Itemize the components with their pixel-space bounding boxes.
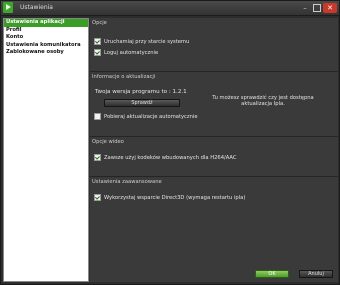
updates-section-title: Informacje o aktualizacji [92, 74, 156, 80]
direct3d-option[interactable]: Wykorzystaj wsparcie Direct3D (wymaga re… [94, 194, 245, 201]
ok-button[interactable]: OK [255, 270, 289, 278]
options-section: Opcje Uruchamiaj przy starcie systemu Lo… [90, 18, 338, 68]
cancel-button[interactable]: Anuluj [299, 270, 333, 278]
autostart-option[interactable]: Uruchamiaj przy starcie systemu [94, 38, 189, 45]
window-title: Ustawienia [20, 4, 53, 11]
version-text: Twoja wersja programu to : 1.2.1 [95, 89, 187, 95]
sidebar-item-profile[interactable]: Profil [4, 27, 88, 35]
autologin-checkbox[interactable] [94, 49, 101, 56]
codec-option[interactable]: Zawsze użyj kodeków wbudowanych dla H264… [94, 154, 237, 161]
settings-content: Opcje Uruchamiaj przy starcie systemu Lo… [90, 18, 338, 282]
codec-label: Zawsze użyj kodeków wbudowanych dla H264… [104, 154, 237, 161]
settings-sidebar: Ustawienia aplikacji Profil Konto Ustawi… [3, 18, 89, 282]
video-section: Opcje wideo Zawsze użyj kodeków wbudowan… [90, 136, 338, 176]
autologin-label: Loguj automatycznie [104, 49, 159, 56]
minimize-button[interactable]: – [301, 4, 309, 12]
title-bar[interactable]: Ustawienia – ✕ [1, 1, 339, 16]
direct3d-label: Wykorzystaj wsparcie Direct3D (wymaga re… [104, 194, 246, 201]
update-info-text: Tu możesz sprawdzić czy jest dostępna ak… [212, 95, 314, 108]
advanced-section-title: Ustawienia zaawansowane [92, 179, 162, 185]
autostart-checkbox[interactable] [94, 38, 101, 45]
maximize-button[interactable] [313, 4, 321, 12]
app-play-icon [3, 2, 13, 13]
settings-window: Ustawienia – ✕ Ustawienia aplikacji Prof… [0, 0, 340, 285]
sidebar-item-blocked-users[interactable]: Zablokowane osoby [4, 49, 88, 57]
auto-update-option[interactable]: Pobieraj aktualizacje automatycznie [94, 113, 198, 120]
sidebar-item-account[interactable]: Konto [4, 34, 88, 42]
codec-checkbox[interactable] [94, 154, 101, 161]
options-section-title: Opcje [92, 20, 107, 26]
sidebar-item-app-settings[interactable]: Ustawienia aplikacji [4, 19, 88, 27]
sidebar-item-messenger-settings[interactable]: Ustawienia komunikatora [4, 42, 88, 50]
advanced-section: Ustawienia zaawansowane Wykorzystaj wspa… [90, 176, 338, 261]
auto-update-label: Pobieraj aktualizacje automatycznie [104, 113, 198, 120]
auto-update-checkbox[interactable] [94, 113, 101, 120]
check-update-button[interactable]: Sprawdź [104, 99, 180, 107]
autologin-option[interactable]: Loguj automatycznie [94, 49, 158, 56]
direct3d-checkbox[interactable] [94, 194, 101, 201]
autostart-label: Uruchamiaj przy starcie systemu [104, 38, 190, 45]
video-section-title: Opcje wideo [92, 139, 124, 145]
close-button[interactable]: ✕ [323, 3, 337, 13]
